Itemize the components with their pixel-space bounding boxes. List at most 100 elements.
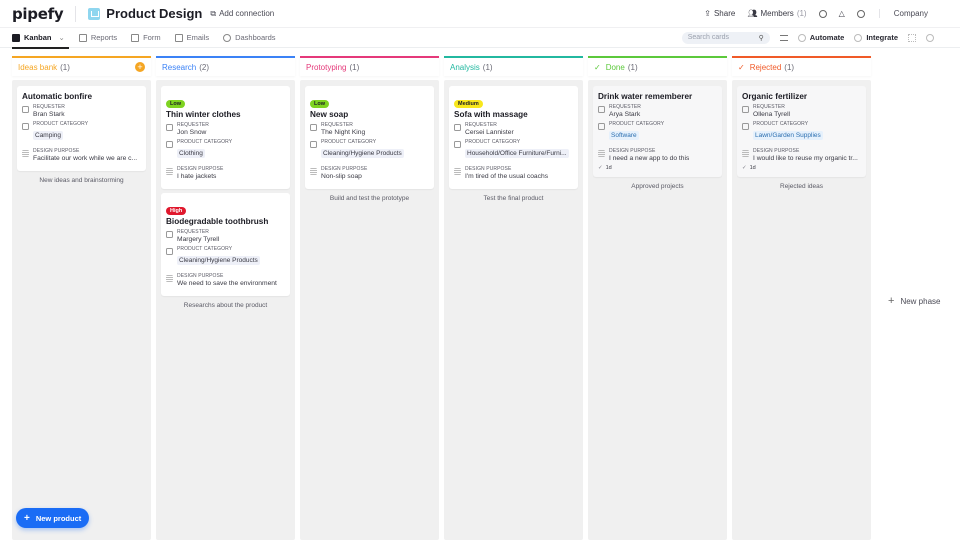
priority-badge: Low — [166, 100, 185, 108]
field-label: DESIGN PURPOSE — [753, 148, 800, 154]
field-purpose: DESIGN PURPOSE Facilitate our work while … — [22, 148, 141, 162]
card-age: ✓ 1d — [598, 165, 717, 171]
category-tag: Cleaning/Hygiene Products — [321, 149, 404, 158]
phase-name: Done — [605, 62, 625, 72]
text-icon — [22, 150, 29, 157]
card[interactable]: Automatic bonfire REQUESTER Bran Stark PROD… — [17, 86, 146, 171]
apps-grid-icon[interactable] — [908, 33, 916, 42]
add-card-icon[interactable]: + — [135, 62, 145, 72]
text-icon — [166, 275, 173, 282]
phase-body: Drink water rememberer REQUESTER Arya Star… — [588, 80, 727, 540]
card[interactable]: Low New soap REQUESTER The Night King PRODUC… — [305, 86, 434, 189]
tab-label: Reports — [90, 33, 118, 42]
field-label: DESIGN PURPOSE — [609, 148, 656, 154]
tab-kanban[interactable]: Kanban ⌄ — [12, 28, 69, 49]
field-requester: REQUESTER Arya Stark — [598, 104, 717, 118]
requester-value: Ollena Tyrell — [753, 111, 791, 118]
age-value: 1d — [749, 165, 756, 171]
requester-value: Arya Stark — [609, 111, 641, 118]
phase-header[interactable]: Analysis (1) — [444, 56, 583, 76]
field-requester: REQUESTER The Night King — [310, 122, 429, 136]
purpose-value: I'm tired of the usual coachs — [465, 173, 549, 180]
priority-badge: Medium — [454, 100, 483, 108]
add-connection-button[interactable]: ⧉ Add connection — [210, 9, 274, 19]
board-actions: Search cards ⚲ Automate Integrate — [681, 31, 948, 44]
phase-count: (1) — [784, 62, 795, 72]
card-age: ✓ 1d — [742, 165, 861, 171]
field-label: REQUESTER — [321, 122, 354, 128]
text-icon — [742, 150, 749, 157]
field-label: DESIGN PURPOSE — [321, 166, 368, 172]
search-icon: ⚲ — [758, 34, 764, 42]
field-label: REQUESTER — [753, 104, 786, 110]
card[interactable]: Medium Sofa with massage REQUESTER Cersei L… — [449, 86, 578, 189]
search-placeholder: Search cards — [687, 34, 729, 41]
share-button[interactable]: ⇪ Share — [704, 9, 735, 18]
new-phase-button[interactable]: + New phase — [876, 62, 940, 540]
field-label: DESIGN PURPOSE — [465, 166, 512, 172]
age-value: 1d — [605, 165, 612, 171]
tab-label: Dashboards — [235, 33, 276, 42]
members-label: Members — [760, 9, 794, 18]
tab-dashboards[interactable]: Dashboards — [223, 28, 276, 48]
card[interactable]: Drink water rememberer REQUESTER Arya Star… — [593, 86, 722, 177]
phase-header[interactable]: Prototyping (1) — [300, 56, 439, 76]
field-purpose: DESIGN PURPOSE We need to save the enviro… — [166, 273, 285, 287]
new-product-button[interactable]: + New product — [16, 508, 90, 528]
divider — [75, 5, 77, 22]
requester-value: Bran Stark — [33, 111, 65, 118]
phase-column: Research (2) Low Thin winter clothes REQUEST… — [156, 50, 295, 540]
phase-header[interactable]: ✓ Rejected (1) — [732, 56, 871, 76]
card[interactable]: Low Thin winter clothes REQUESTER Jon Snow P… — [161, 86, 290, 189]
select-icon — [598, 123, 605, 130]
field-label: PRODUCT CATEGORY — [321, 139, 377, 145]
phase-header[interactable]: Ideas bank (1) + — [12, 56, 151, 76]
select-icon — [166, 248, 173, 255]
integrate-button[interactable]: Integrate — [854, 33, 898, 42]
tab-form[interactable]: Form — [131, 28, 161, 48]
pipefy-logo[interactable]: pipefy — [12, 5, 64, 23]
card[interactable]: High Biodegradable toothbrush REQUESTER Mar… — [161, 193, 290, 296]
robot-icon — [797, 33, 806, 42]
field-label: DESIGN PURPOSE — [177, 273, 224, 279]
phase-header[interactable]: Research (2) — [156, 56, 295, 76]
filter-icon[interactable] — [779, 34, 788, 41]
user-icon — [166, 124, 173, 131]
purpose-value: I would like to reuse my organic tr... — [753, 155, 858, 162]
phase-body: Medium Sofa with massage REQUESTER Cersei L… — [444, 80, 583, 540]
help-icon[interactable] — [856, 9, 865, 18]
card-title: Drink water rememberer — [598, 92, 693, 101]
phase-header[interactable]: ✓ Done (1) — [588, 56, 727, 76]
card-title: Automatic bonfire — [22, 92, 93, 101]
field-label: PRODUCT CATEGORY — [465, 139, 521, 145]
search-input[interactable]: Search cards ⚲ — [681, 31, 770, 44]
phase-description: Approved projects — [631, 183, 684, 190]
phase-description: Test the final product — [483, 195, 544, 202]
card[interactable]: Organic fertilizer REQUESTER Ollena Tyrell… — [737, 86, 866, 177]
connection-icon: ⧉ — [210, 8, 217, 18]
company-selector[interactable]: Company — [878, 9, 948, 18]
purpose-value: I need a new app to do this — [609, 155, 690, 162]
text-icon — [598, 150, 605, 157]
field-purpose: DESIGN PURPOSE I hate jackets — [166, 166, 285, 180]
pipe-title[interactable]: Product Design — [106, 6, 202, 21]
mail-icon — [174, 33, 183, 42]
members-count: (1) — [796, 9, 807, 18]
field-category: PRODUCT CATEGORY Lawn/Garden Supplies — [742, 121, 861, 145]
gear-icon[interactable] — [926, 33, 934, 42]
tab-reports[interactable]: Reports — [78, 28, 118, 48]
bell-icon[interactable]: △ — [839, 9, 845, 18]
phase-body: Low Thin winter clothes REQUESTER Jon Snow P… — [156, 80, 295, 540]
automate-button[interactable]: Automate — [797, 33, 844, 42]
category-tag: Household/Office Furniture/Furni... — [465, 149, 569, 158]
tab-emails[interactable]: Emails — [174, 28, 209, 48]
share-label: Share — [713, 9, 736, 18]
members-icon: 👥︎ — [747, 9, 758, 18]
phase-body: Automatic bonfire REQUESTER Bran Stark PROD… — [12, 80, 151, 540]
user-icon — [454, 124, 461, 131]
phase-count: (2) — [199, 62, 210, 72]
members-button[interactable]: 👥︎ Members (1) — [747, 9, 806, 18]
requester-value: The Night King — [321, 129, 366, 136]
chat-icon[interactable] — [818, 9, 827, 18]
form-icon — [131, 33, 140, 42]
